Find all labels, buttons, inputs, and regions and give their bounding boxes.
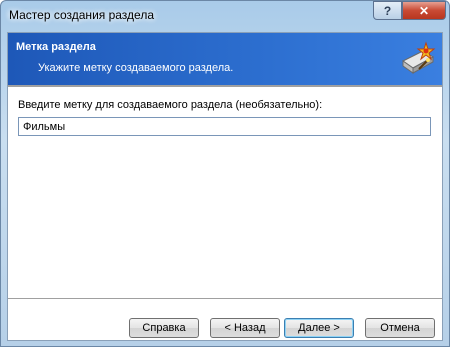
wizard-window: Мастер создания раздела ? ✕ Метка раздел…	[0, 0, 450, 347]
back-button[interactable]: < Назад	[210, 318, 280, 338]
volume-label-input[interactable]	[18, 117, 431, 136]
close-button[interactable]: ✕	[402, 1, 446, 20]
wizard-page: Метка раздела Укажите метку создаваемого…	[7, 32, 443, 341]
page-subtitle: Укажите метку создаваемого раздела.	[38, 62, 234, 74]
header-divider	[8, 85, 442, 88]
cancel-button[interactable]: Отмена	[365, 318, 435, 338]
close-icon: ✕	[418, 3, 430, 18]
help-button[interactable]: Справка	[129, 318, 199, 338]
window-title: Мастер создания раздела	[9, 8, 155, 22]
wizard-header: Метка раздела Укажите метку создаваемого…	[8, 33, 442, 85]
label-prompt: Введите метку для создаваемого раздела (…	[18, 99, 323, 111]
help-title-button[interactable]: ?	[373, 1, 402, 20]
question-icon: ?	[383, 3, 392, 18]
page-title: Метка раздела	[16, 41, 96, 53]
footer-divider	[8, 298, 442, 300]
disk-wizard-icon	[402, 41, 436, 74]
next-button[interactable]: Далее >	[284, 318, 354, 338]
title-bar: Мастер создания раздела ? ✕	[1, 1, 449, 31]
